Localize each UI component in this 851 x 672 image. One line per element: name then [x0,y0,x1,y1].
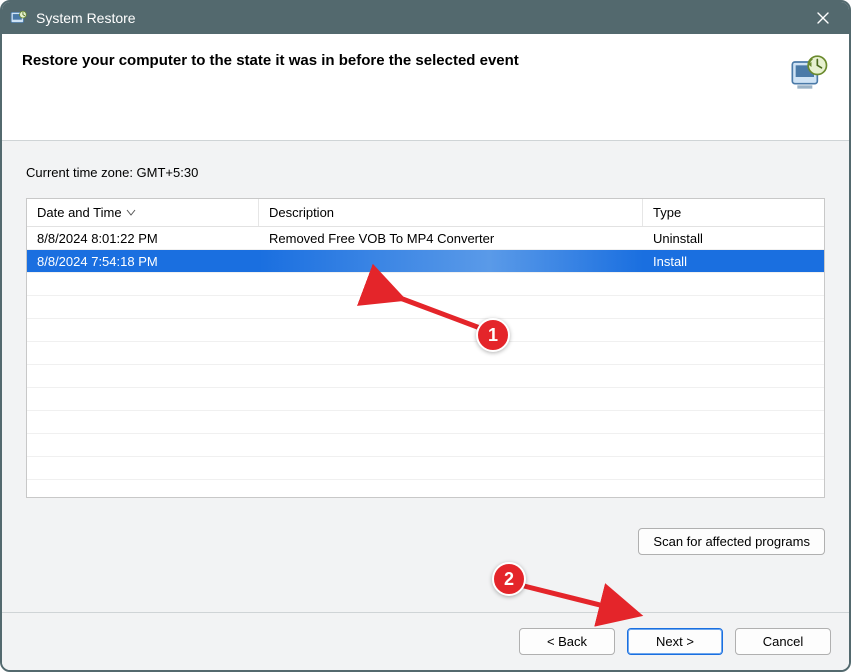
window-title: System Restore [36,10,805,26]
system-restore-logo-icon [789,52,829,92]
dialog-body: Current time zone: GMT+5:30 Date and Tim… [2,141,849,612]
next-button[interactable]: Next > [627,628,723,655]
scan-affected-button[interactable]: Scan for affected programs [638,528,825,555]
cell-date: 8/8/2024 8:01:22 PM [27,231,259,246]
table-row[interactable]: 8/8/2024 7:54:18 PM Install [27,250,824,273]
sort-descending-icon [126,205,136,220]
dialog-footer: < Back Next > Cancel [2,612,849,670]
close-button[interactable] [805,6,841,30]
column-header-type-label: Type [653,205,681,220]
column-header-description[interactable]: Description [259,199,643,226]
restore-points-table: Date and Time Description Type 8/8/2024 … [26,198,825,498]
cell-type: Install [643,254,824,269]
close-icon [816,11,830,25]
system-restore-icon [10,9,28,27]
table-header-row: Date and Time Description Type [27,199,824,227]
table-body: 8/8/2024 8:01:22 PMRemoved Free VOB To M… [27,227,824,497]
cell-date: 8/8/2024 7:54:18 PM [27,254,259,269]
column-header-type[interactable]: Type [643,199,824,226]
table-row-empty [27,480,824,497]
cell-type: Uninstall [643,231,824,246]
table-row-empty [27,434,824,457]
table-row-empty [27,365,824,388]
page-heading: Restore your computer to the state it wa… [22,52,789,69]
table-row-empty [27,411,824,434]
titlebar: System Restore [2,2,849,34]
table-row-empty [27,296,824,319]
cell-description: Removed Free VOB To MP4 Converter [259,231,643,246]
column-header-date[interactable]: Date and Time [27,199,259,226]
table-row-empty [27,457,824,480]
table-row-empty [27,319,824,342]
column-header-date-label: Date and Time [37,205,122,220]
column-header-description-label: Description [269,205,334,220]
system-restore-dialog: System Restore Restore your computer to … [0,0,851,672]
table-row-empty [27,273,824,296]
cell-description [259,250,643,272]
table-row-empty [27,388,824,411]
scan-row: Scan for affected programs [26,528,825,555]
timezone-label: Current time zone: GMT+5:30 [26,165,825,180]
header-band: Restore your computer to the state it wa… [2,34,849,104]
table-row-empty [27,342,824,365]
table-row[interactable]: 8/8/2024 8:01:22 PMRemoved Free VOB To M… [27,227,824,250]
back-button[interactable]: < Back [519,628,615,655]
cancel-button[interactable]: Cancel [735,628,831,655]
